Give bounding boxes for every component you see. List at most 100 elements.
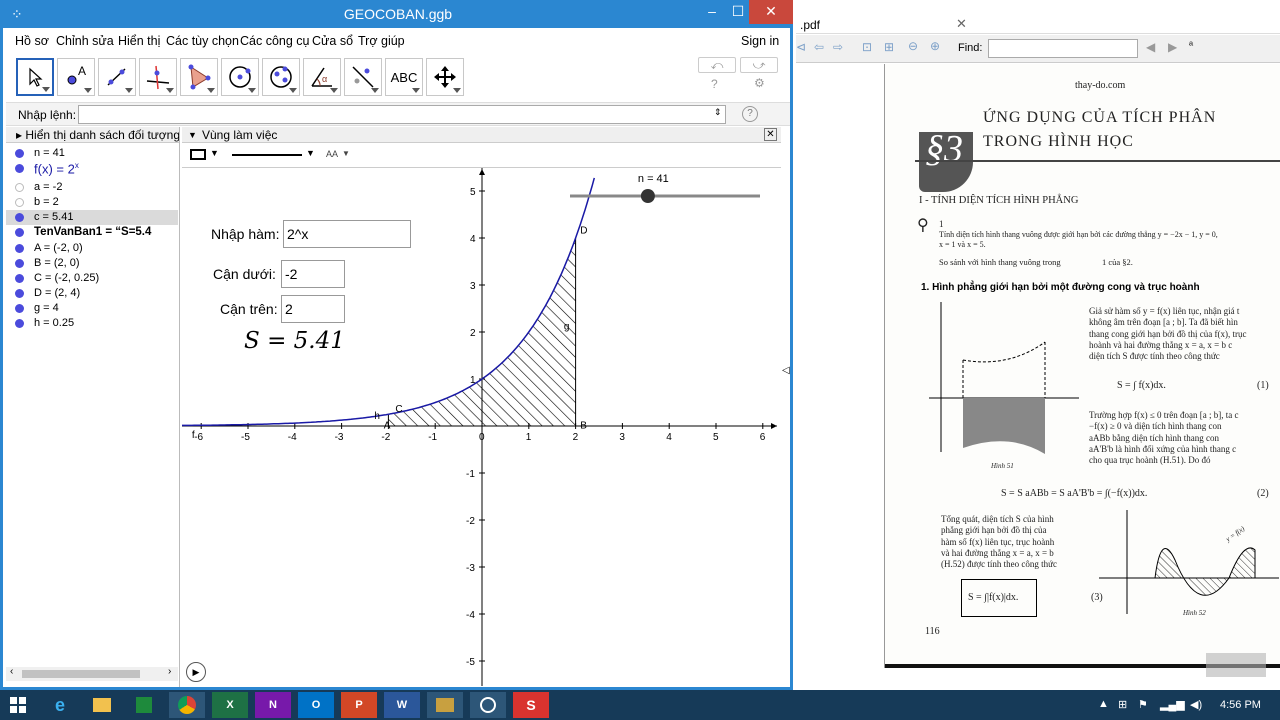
visibility-dot[interactable] <box>15 319 24 328</box>
snagit-icon[interactable]: S <box>513 692 549 718</box>
play-animation-button[interactable]: ▶ <box>186 662 206 682</box>
outlook-icon[interactable]: O <box>298 692 334 718</box>
visibility-dot[interactable] <box>15 259 24 268</box>
excel-icon[interactable]: X <box>212 692 248 718</box>
network-tray-icon[interactable]: ⊞ <box>1118 698 1127 711</box>
visibility-dot[interactable] <box>15 289 24 298</box>
scrollbar-thumb[interactable] <box>22 670 140 678</box>
slider-n[interactable]: n = 41 <box>570 173 760 203</box>
menu-file[interactable]: Hồ sơ <box>15 34 49 48</box>
volume-tray-icon[interactable]: ◀) <box>1190 698 1202 711</box>
line-style-icon[interactable] <box>232 154 302 156</box>
find-next-icon[interactable]: ▶ <box>1168 40 1177 54</box>
forward-icon[interactable]: ⇨ <box>833 40 843 54</box>
zoom-in-icon[interactable]: ⊕ <box>930 39 940 53</box>
word-icon[interactable]: W <box>384 692 420 718</box>
algebra-horizontal-scrollbar[interactable]: ‹ › <box>6 666 178 681</box>
menu-help[interactable]: Trợ giúp <box>358 34 405 48</box>
graph-plot[interactable]: -6 -5 -4 -3 -2 -1 0 1 2 3 4 5 654321-1-2-3-4-5 A BCDg… <box>182 168 781 686</box>
visibility-dot[interactable] <box>15 213 24 222</box>
close-tab-icon[interactable]: ✕ <box>956 16 967 32</box>
close-view-icon[interactable]: ✕ <box>764 128 777 141</box>
gear-icon[interactable]: ⚙ <box>754 76 765 90</box>
algebra-header[interactable]: ▸ Hiển thị danh sách đối tượng <box>6 127 179 143</box>
algebra-item[interactable]: D = (2, 4) <box>6 286 178 301</box>
lower-bound-input[interactable]: -2 <box>281 260 345 288</box>
text-tool-button[interactable]: ABC <box>385 58 423 96</box>
circle-tool-button[interactable] <box>221 58 259 96</box>
side-collapse-icon[interactable]: ◁ <box>782 365 790 376</box>
internet-explorer-icon[interactable]: e <box>42 692 78 718</box>
text-size-icon[interactable]: AA <box>326 149 338 159</box>
graphics-canvas[interactable]: -6 -5 -4 -3 -2 -1 0 1 2 3 4 5 6 5 4 3 2 1 -1 -2 -3 -4 -5 ABCDg… <box>182 167 781 686</box>
find-input[interactable] <box>988 39 1138 58</box>
chevron-down-icon[interactable]: ▼ <box>210 148 219 158</box>
move-tool-button[interactable] <box>16 58 54 96</box>
file-explorer-icon[interactable] <box>84 692 120 718</box>
algebra-item[interactable]: h = 0.25 <box>6 316 178 331</box>
overlay-controls[interactable] <box>1206 653 1266 677</box>
algebra-item[interactable]: n = 41 <box>6 146 178 161</box>
algebra-item[interactable]: B = (2, 0) <box>6 256 178 271</box>
fit-width-icon[interactable]: ⊞ <box>884 40 894 54</box>
reflect-tool-button[interactable] <box>344 58 382 96</box>
algebra-item[interactable]: A = (-2, 0) <box>6 241 178 256</box>
algebra-item[interactable]: f(x) = 2x <box>6 161 178 178</box>
spreadsheet-icon[interactable] <box>126 692 162 718</box>
polygon-tool-button[interactable] <box>180 58 218 96</box>
back-icon[interactable]: ⇦ <box>814 40 824 54</box>
visibility-dot[interactable] <box>15 183 24 192</box>
pdf-reader-icon[interactable] <box>427 692 463 718</box>
visibility-dot[interactable] <box>15 304 24 313</box>
visibility-dot[interactable] <box>15 164 24 173</box>
match-case-icon[interactable]: ª <box>1189 40 1193 52</box>
zoom-out-icon[interactable]: ⊖ <box>908 39 918 53</box>
undo-button[interactable]: ⤺ <box>698 57 736 73</box>
menu-view[interactable]: Hiển thị <box>118 34 160 48</box>
line-tool-button[interactable] <box>98 58 136 96</box>
visibility-dot[interactable] <box>15 198 24 207</box>
menu-edit[interactable]: Chỉnh sửa <box>56 34 114 48</box>
sign-in-link[interactable]: Sign in <box>741 34 779 48</box>
redo-button[interactable]: ⤻ <box>740 57 778 73</box>
menu-tools[interactable]: Các công cụ <box>240 34 309 48</box>
algebra-item[interactable]: a = -2 <box>6 180 178 195</box>
point-tool-button[interactable]: A <box>57 58 95 96</box>
visibility-dot[interactable] <box>15 228 24 237</box>
conic-tool-button[interactable] <box>262 58 300 96</box>
visibility-dot[interactable] <box>15 149 24 158</box>
find-prev-icon[interactable]: ◀ <box>1146 40 1155 54</box>
point-style-icon[interactable] <box>190 149 206 160</box>
pdf-tab-title[interactable]: .pdf <box>800 18 820 32</box>
signal-tray-icon[interactable]: ▂▄▆ <box>1160 698 1185 711</box>
algebra-item[interactable]: C = (-2, 0.25) <box>6 271 178 286</box>
menu-options[interactable]: Các tùy chọn <box>166 34 239 48</box>
flag-tray-icon[interactable]: ⚑ <box>1138 698 1148 711</box>
perpendicular-tool-button[interactable] <box>139 58 177 96</box>
prev-page-icon[interactable]: ⊲ <box>796 40 806 54</box>
command-input[interactable] <box>78 105 726 124</box>
algebra-item[interactable]: b = 2 <box>6 195 178 210</box>
clock[interactable]: 4:56 PM <box>1220 699 1261 711</box>
help-icon[interactable]: ? <box>711 77 718 91</box>
visibility-dot[interactable] <box>15 274 24 283</box>
chevron-down-icon[interactable]: ▼ <box>306 148 315 158</box>
chrome-icon[interactable] <box>169 692 205 718</box>
scroll-left-icon[interactable]: ‹ <box>10 666 13 677</box>
fit-page-icon[interactable]: ⊡ <box>862 40 872 54</box>
graphics-header[interactable]: ▼ Vùng làm việc ✕ <box>182 127 781 143</box>
algebra-item-selected[interactable]: c = 5.41 <box>6 210 178 225</box>
menu-window[interactable]: Cửa sổ <box>312 34 353 48</box>
scroll-right-icon[interactable]: › <box>168 666 171 677</box>
windows-start-icon[interactable] <box>0 692 36 718</box>
geogebra-icon[interactable] <box>470 692 506 718</box>
onenote-icon[interactable]: N <box>255 692 291 718</box>
angle-tool-button[interactable]: α <box>303 58 341 96</box>
move-view-tool-button[interactable] <box>426 58 464 96</box>
command-history-icon[interactable]: ⇕ <box>714 107 722 118</box>
function-input[interactable]: 2^x <box>283 220 411 248</box>
upper-bound-input[interactable]: 2 <box>281 295 345 323</box>
close-button[interactable]: ✕ <box>749 0 793 24</box>
visibility-dot[interactable] <box>15 244 24 253</box>
algebra-item[interactable]: g = 4 <box>6 301 178 316</box>
